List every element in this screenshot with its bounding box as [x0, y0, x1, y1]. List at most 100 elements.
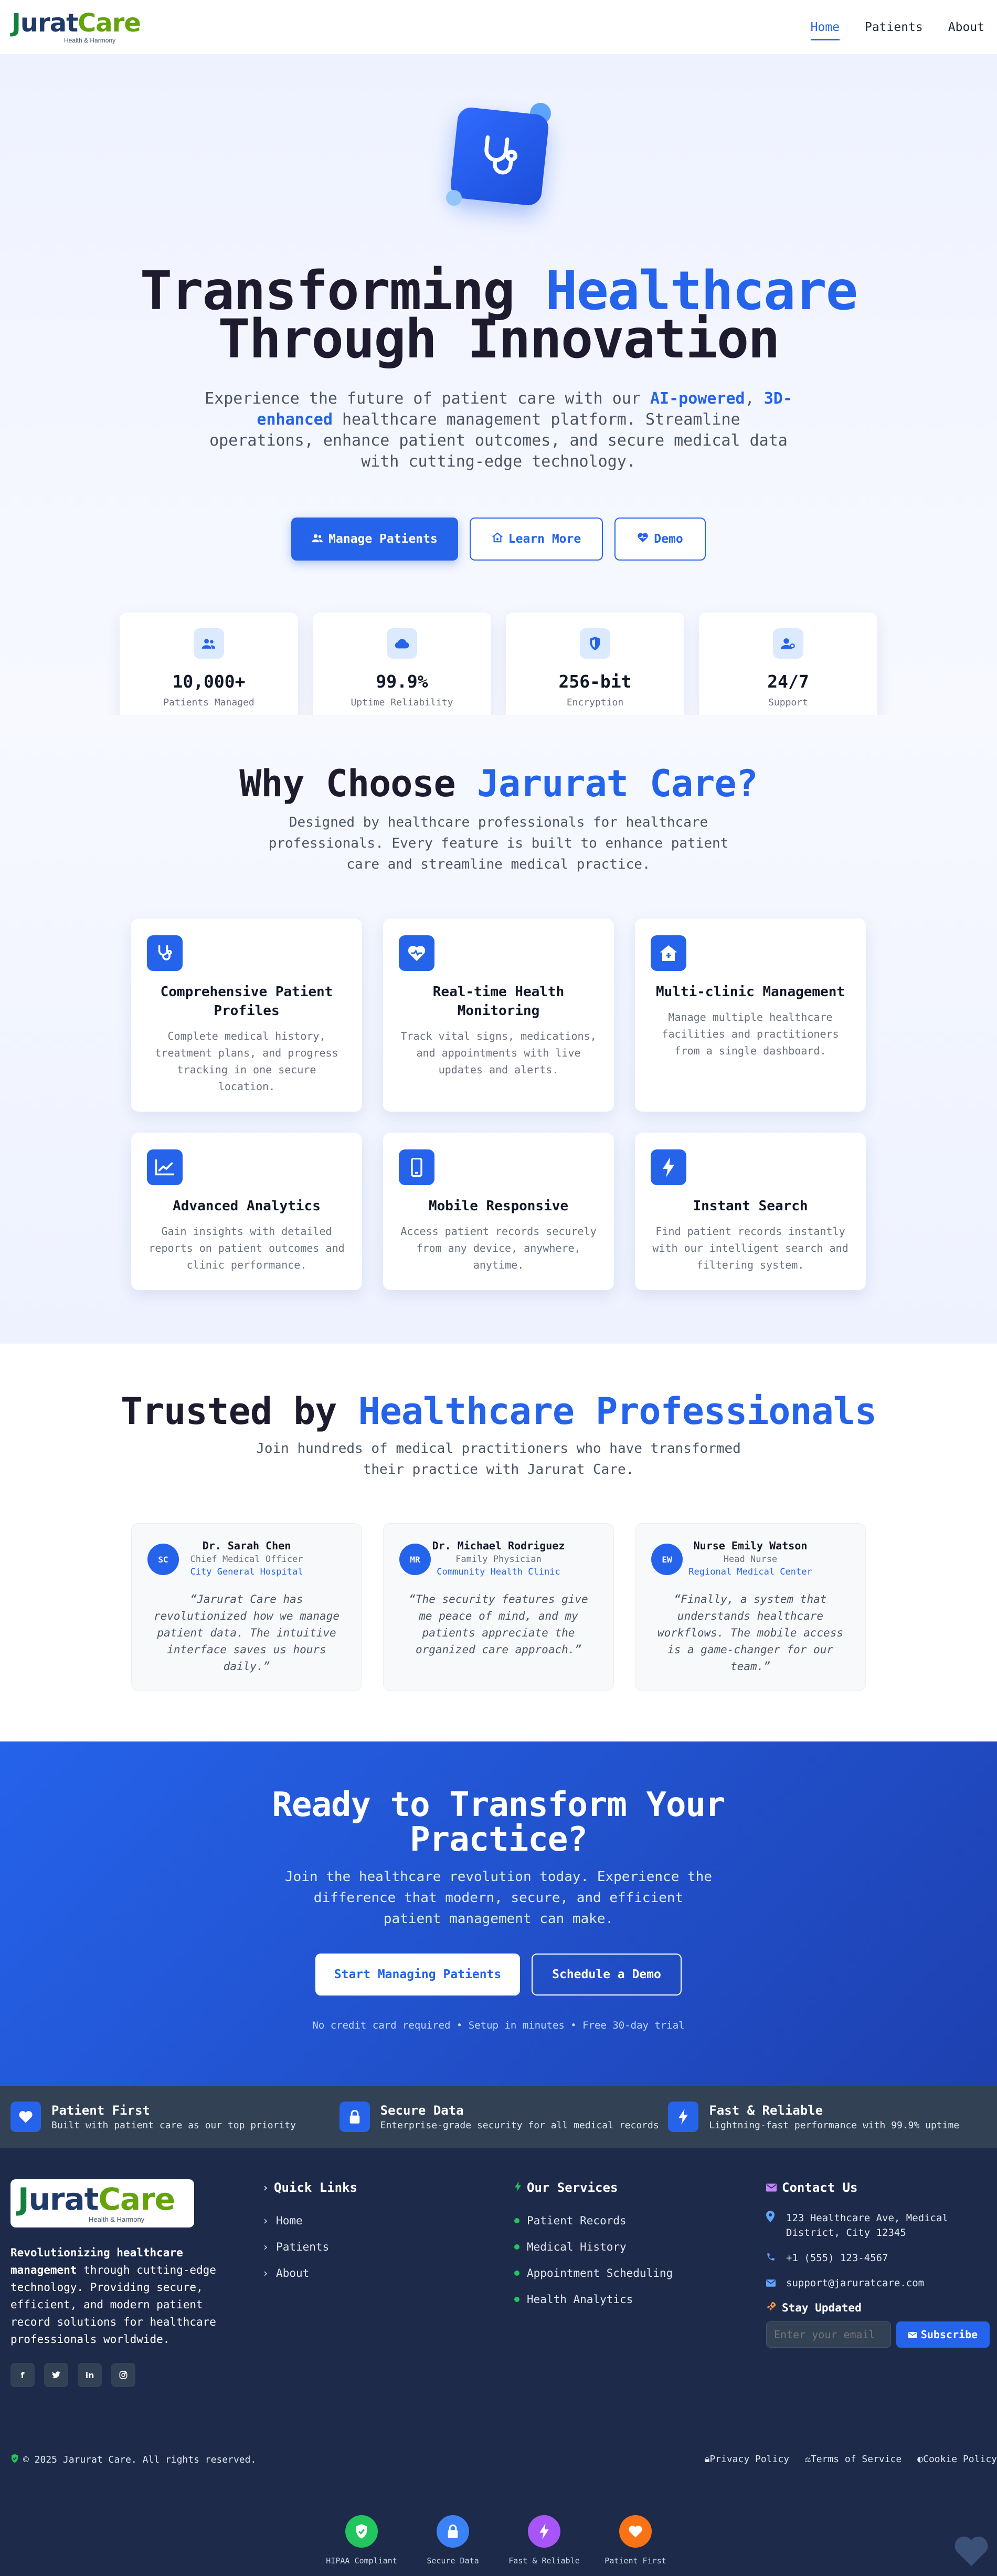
feature-title: Multi-clinic Management [655, 984, 845, 1000]
hero-desc-sep: , [745, 389, 764, 408]
feature-description: Gain insights with detailed reports on p… [149, 1225, 345, 1271]
facebook-icon[interactable]: f [10, 2363, 35, 2387]
newsletter-email-input[interactable] [766, 2321, 891, 2348]
heart-icon [619, 2515, 652, 2548]
service-item[interactable]: Health Analytics [514, 2286, 673, 2313]
testimonial-card: MR Dr. Michael Rodriguez Family Physicia… [383, 1523, 614, 1691]
testimonial-quote: “Finally, a system that understands heal… [657, 1593, 843, 1673]
rocket-icon [766, 2301, 777, 2314]
cta-description: Join the healthcare revolution today. Ex… [285, 1869, 712, 1927]
feature-title: Comprehensive Patient Profiles [160, 984, 333, 1019]
footer-link-label: Home [276, 2214, 303, 2227]
stat-value: 99.9% [376, 671, 428, 692]
cookie-policy-link[interactable]: ◐Cookie Policy [917, 2454, 997, 2465]
nav-patients[interactable]: Patients [852, 0, 936, 54]
stat-label: Uptime Reliability [351, 697, 453, 708]
manage-patients-button[interactable]: Manage Patients [291, 518, 458, 561]
footer-about-column: JuratCare Health & Harmony Revolutionizi… [10, 2179, 241, 2387]
bullet-dot [514, 2297, 519, 2302]
trust-title: Fast & Reliable [709, 2103, 823, 2118]
nav-about[interactable]: About [936, 0, 997, 54]
contact-heading: Contact Us [766, 2180, 992, 2195]
service-item[interactable]: Patient Records [514, 2208, 673, 2234]
nav-home[interactable]: Home [798, 0, 852, 54]
feature-description: Complete medical history, treatment plan… [155, 1030, 338, 1093]
logo-tagline: Health & Harmony [64, 36, 116, 44]
social-links: f in [10, 2363, 241, 2387]
cta-note: No credit card required • Setup in minut… [312, 2020, 685, 2031]
feature-description: Find patient records instantly with our … [652, 1225, 848, 1271]
features-section: Why Choose Jarurat Care? Designed by hea… [0, 715, 997, 1344]
stethoscope-icon [449, 106, 550, 207]
lock-icon [437, 2515, 469, 2548]
services-title: Our Services [527, 2180, 618, 2195]
decorative-heart-icon [953, 2534, 990, 2570]
services-list: Patient Records Medical History Appointm… [514, 2208, 673, 2313]
users-icon [194, 628, 224, 659]
map-pin-icon [766, 2211, 778, 2226]
subscribe-button[interactable]: Subscribe [896, 2321, 990, 2348]
badge-hipaa: HIPAA Compliant [326, 2515, 397, 2566]
instagram-icon[interactable] [111, 2363, 135, 2387]
logo-word-care: Care [98, 2181, 175, 2217]
hero-desc-highlight-ai: AI-powered [650, 389, 745, 408]
testimonials-title: Trusted by Healthcare Professionals [0, 1390, 997, 1433]
learn-more-button[interactable]: Learn More [470, 518, 603, 561]
service-item[interactable]: Appointment Scheduling [514, 2260, 673, 2286]
footer-logo[interactable]: JuratCare Health & Harmony [10, 2179, 194, 2227]
envelope-icon [766, 2180, 777, 2195]
stat-card-patients: 10,000+ Patients Managed [120, 613, 298, 715]
testimonial-quote: “Jarurat Care has revolutionized how we … [153, 1593, 340, 1673]
stat-value: 24/7 [767, 671, 809, 692]
footer-quick-links: › Quick Links › Home › Patients › About [262, 2180, 357, 2286]
footer-link-about[interactable]: › About [262, 2260, 357, 2286]
privacy-policy-link[interactable]: 🔒︎Privacy Policy [705, 2454, 789, 2465]
email-text: support@jaruratcare.com [786, 2277, 925, 2289]
feature-card: Advanced Analytics Gain insights with de… [131, 1133, 362, 1290]
bullet-dot [514, 2218, 519, 2223]
legal-link-label: Privacy Policy [709, 2454, 790, 2465]
footer-link-patients[interactable]: › Patients [262, 2234, 357, 2260]
stay-updated-title: Stay Updated [782, 2301, 862, 2314]
brand-logo[interactable]: JuratCare Health & Harmony [12, 10, 141, 44]
cta-title: Ready to Transform Your Practice? [0, 1788, 997, 1857]
copyright-text: © 2025 Jarurat Care. All rights reserved… [23, 2454, 257, 2465]
badge-fast-reliable: Fast & Reliable [508, 2515, 580, 2566]
linkedin-icon[interactable]: in [78, 2363, 102, 2387]
trust-description: Built with patient care as our top prior… [51, 2119, 296, 2131]
legal-link-label: Terms of Service [810, 2454, 902, 2465]
service-label: Health Analytics [527, 2293, 633, 2306]
contact-email[interactable]: support@jaruratcare.com [766, 2276, 992, 2290]
testimonials-title-part1: Trusted by [120, 1390, 358, 1433]
feature-description: Track vital signs, medications, and appo… [400, 1030, 597, 1076]
hero-title-line2: Through Innovation [218, 308, 780, 371]
hero-description: Experience the future of patient care wi… [202, 388, 795, 472]
feature-card: Real-time Health Monitoring Track vital … [383, 919, 614, 1112]
stats-row: 10,000+ Patients Managed 99.9% Uptime Re… [0, 613, 997, 715]
clinic-icon [492, 532, 503, 546]
copyright: © 2025 Jarurat Care. All rights reserved… [10, 2454, 256, 2466]
service-item[interactable]: Medical History [514, 2234, 673, 2260]
quick-links-list: › Home › Patients › About [262, 2208, 357, 2286]
logo-word-care: Care [78, 8, 141, 38]
stat-label: Patients Managed [163, 697, 254, 708]
contact-phone[interactable]: +1 (555) 123-4567 [766, 2251, 992, 2265]
legal-links: 🔒︎Privacy Policy ⚖︎Terms of Service ◐Coo… [705, 2454, 997, 2465]
schedule-demo-button[interactable]: Schedule a Demo [532, 1954, 682, 1996]
hero-desc-text: Experience the future of patient care wi… [205, 389, 650, 408]
stethoscope-icon [147, 935, 183, 971]
demo-button[interactable]: Demo [614, 518, 706, 561]
chevron-right-icon: › [262, 2214, 269, 2227]
subscribe-label: Subscribe [920, 2328, 978, 2341]
start-managing-button[interactable]: Start Managing Patients [315, 1954, 520, 1996]
feature-description: Manage multiple healthcare facilities an… [662, 1011, 839, 1057]
logo-word-urat: urat [28, 2181, 99, 2217]
envelope-icon [766, 2276, 778, 2290]
bullet-dot [514, 2244, 519, 2250]
avatar: SC [147, 1544, 179, 1575]
terms-link[interactable]: ⚖︎Terms of Service [805, 2454, 901, 2465]
footer-link-home[interactable]: › Home [262, 2208, 357, 2234]
quick-links-heading: › Quick Links [262, 2180, 357, 2195]
twitter-icon[interactable] [44, 2363, 68, 2387]
feature-card: Mobile Responsive Access patient records… [383, 1133, 614, 1290]
